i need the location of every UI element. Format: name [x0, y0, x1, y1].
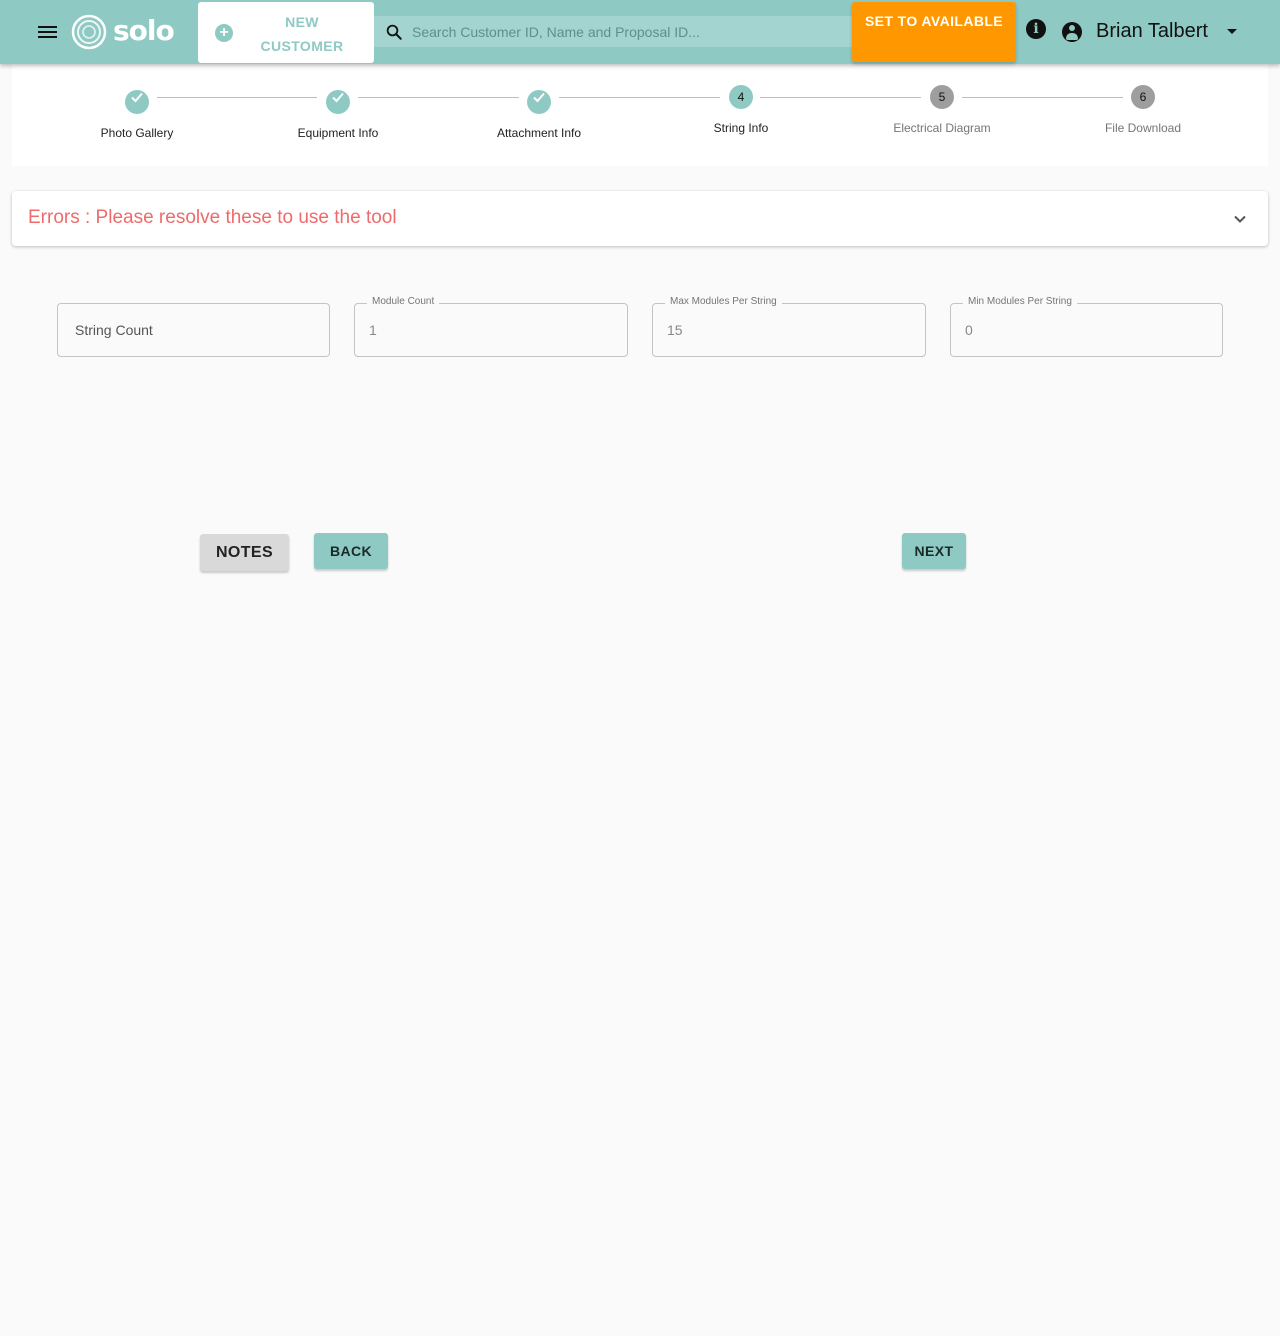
next-button[interactable]: NEXT — [902, 533, 966, 569]
set-available-button[interactable]: SET TO AVAILABLE — [852, 2, 1016, 62]
chevron-down-icon[interactable] — [1232, 211, 1248, 227]
step-string-info[interactable]: 4 String Info — [661, 85, 821, 135]
step-electrical-diagram[interactable]: 5 Electrical Diagram — [862, 85, 1022, 135]
step-number: 6 — [1131, 85, 1155, 109]
check-icon — [527, 90, 551, 114]
max-modules-value: 15 — [667, 322, 683, 338]
check-icon — [125, 90, 149, 114]
step-label: Photo Gallery — [100, 126, 174, 140]
max-modules-field: Max Modules Per String 15 — [652, 296, 926, 357]
errors-expansion-panel[interactable]: Errors : Please resolve these to use the… — [12, 191, 1268, 246]
user-menu-caret-icon[interactable] — [1227, 29, 1237, 34]
min-modules-label: Min Modules Per String — [963, 296, 1077, 308]
step-photo-gallery[interactable]: Photo Gallery — [57, 85, 217, 140]
check-icon — [326, 90, 350, 114]
search-bar — [374, 16, 852, 47]
step-number: 4 — [729, 85, 753, 109]
min-modules-value: 0 — [965, 322, 973, 338]
module-count-field: Module Count 1 — [354, 296, 628, 357]
step-label: String Info — [713, 121, 769, 135]
search-input[interactable] — [412, 16, 842, 47]
step-attachment-info[interactable]: Attachment Info — [459, 85, 619, 140]
search-icon — [386, 24, 402, 40]
step-label: Attachment Info — [496, 126, 582, 140]
max-modules-label: Max Modules Per String — [665, 296, 782, 308]
menu-icon[interactable] — [36, 20, 60, 44]
step-file-download[interactable]: 6 File Download — [1063, 85, 1223, 135]
add-circle-icon: + — [215, 24, 233, 42]
min-modules-field: Min Modules Per String 0 — [950, 296, 1223, 357]
notes-button[interactable]: NOTES — [200, 534, 289, 571]
progress-stepper: Photo Gallery Equipment Info Attachment … — [12, 64, 1268, 166]
step-label: File Download — [1104, 121, 1182, 135]
brand-name: solo — [113, 14, 175, 47]
new-customer-button[interactable]: + NEW CUSTOMER — [198, 2, 374, 63]
step-label: Electrical Diagram — [893, 121, 991, 135]
brand-logo[interactable]: solo — [71, 14, 175, 50]
string-count-input[interactable] — [75, 304, 316, 356]
logo-swirl-icon — [71, 14, 107, 50]
back-button[interactable]: BACK — [314, 533, 388, 569]
module-count-label: Module Count — [367, 296, 440, 308]
step-number: 5 — [930, 85, 954, 109]
top-app-bar: solo + NEW CUSTOMER SET TO AVAILABLE i B… — [0, 0, 1280, 64]
user-name[interactable]: Brian Talbert — [1096, 19, 1208, 43]
step-equipment-info[interactable]: Equipment Info — [258, 85, 418, 140]
errors-title: Errors : Please resolve these to use the… — [28, 207, 397, 228]
new-customer-label: NEW CUSTOMER — [260, 14, 344, 54]
step-label: Equipment Info — [297, 126, 379, 140]
string-count-field[interactable] — [57, 303, 330, 357]
module-count-value: 1 — [369, 322, 377, 338]
info-icon[interactable]: i — [1026, 19, 1046, 39]
account-circle-icon[interactable] — [1062, 22, 1082, 42]
